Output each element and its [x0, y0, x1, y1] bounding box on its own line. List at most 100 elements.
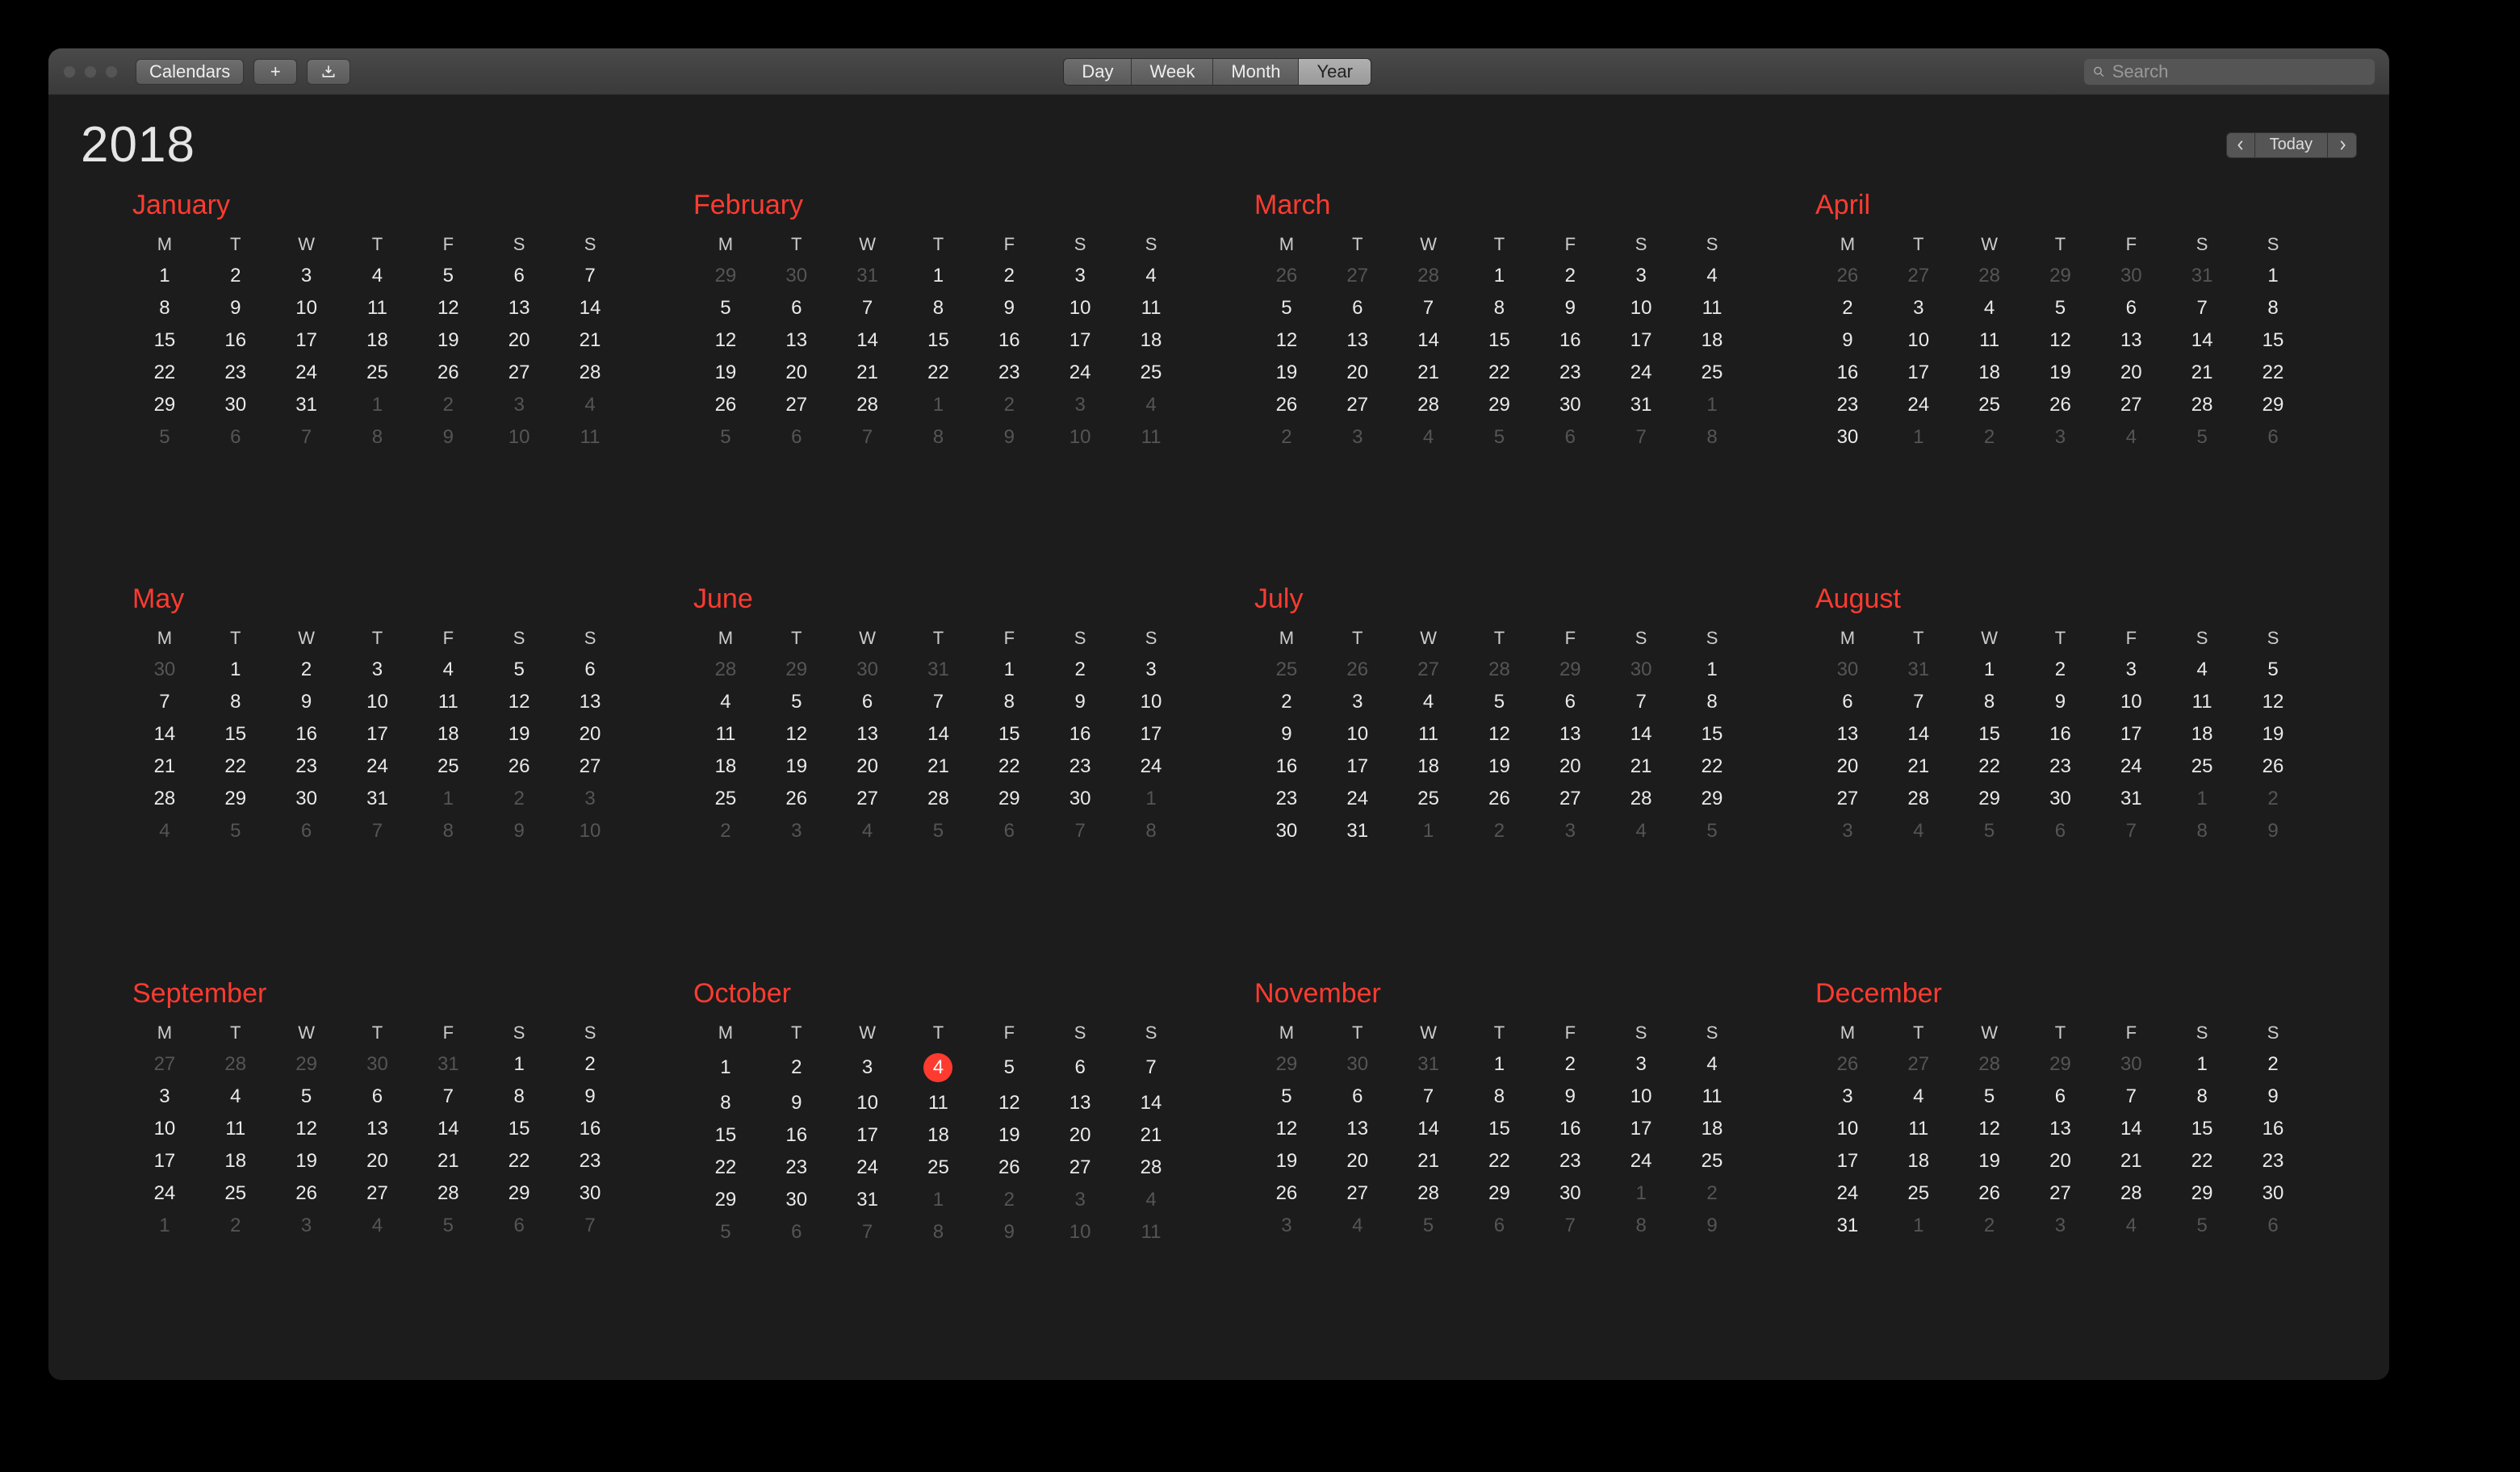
day-cell[interactable]: 25: [1116, 357, 1187, 389]
day-cell[interactable]: 3: [342, 654, 413, 686]
day-cell[interactable]: 12: [1251, 1113, 1322, 1145]
day-cell[interactable]: 17: [1322, 751, 1393, 783]
day-cell[interactable]: 29: [2166, 1177, 2237, 1210]
day-cell[interactable]: 9: [200, 292, 271, 324]
calendars-button[interactable]: Calendars: [136, 59, 244, 85]
day-cell[interactable]: 5: [1677, 815, 1748, 847]
day-cell[interactable]: 25: [1677, 357, 1748, 389]
day-cell[interactable]: 19: [761, 751, 832, 783]
day-cell[interactable]: 20: [483, 324, 555, 357]
day-cell[interactable]: 11: [1116, 421, 1187, 454]
day-cell[interactable]: 1: [903, 260, 974, 292]
day-cell[interactable]: 20: [2025, 1145, 2096, 1177]
day-cell[interactable]: 5: [2237, 654, 2309, 686]
day-cell[interactable]: 18: [342, 324, 413, 357]
day-cell[interactable]: 3: [1534, 815, 1605, 847]
day-cell[interactable]: 29: [483, 1177, 555, 1210]
day-cell[interactable]: 29: [1954, 783, 2025, 815]
day-cell[interactable]: 23: [271, 751, 342, 783]
day-cell[interactable]: 23: [1044, 751, 1116, 783]
day-cell[interactable]: 23: [1534, 357, 1605, 389]
day-cell[interactable]: 7: [342, 815, 413, 847]
day-cell[interactable]: 9: [973, 1216, 1044, 1248]
day-cell[interactable]: 8: [1677, 686, 1748, 718]
day-cell[interactable]: 26: [412, 357, 483, 389]
day-cell[interactable]: 6: [483, 260, 555, 292]
day-cell[interactable]: 7: [1534, 1210, 1605, 1242]
day-cell[interactable]: 22: [1954, 751, 2025, 783]
day-cell[interactable]: 10: [483, 421, 555, 454]
day-cell[interactable]: 21: [555, 324, 626, 357]
next-button[interactable]: [2328, 132, 2357, 158]
day-cell[interactable]: 15: [690, 1119, 761, 1152]
day-cell[interactable]: 14: [129, 718, 200, 751]
day-cell[interactable]: 27: [1393, 654, 1464, 686]
day-cell[interactable]: 28: [2095, 1177, 2166, 1210]
day-cell[interactable]: 18: [412, 718, 483, 751]
day-cell[interactable]: 2: [2025, 654, 2096, 686]
day-cell[interactable]: 10: [1044, 1216, 1116, 1248]
month-march[interactable]: MarchMTWTFSS2627281234567891011121314151…: [1251, 190, 1748, 559]
day-cell[interactable]: 15: [903, 324, 974, 357]
day-cell[interactable]: 4: [1116, 1184, 1187, 1216]
day-cell[interactable]: 19: [1954, 1145, 2025, 1177]
day-cell[interactable]: 7: [1393, 1081, 1464, 1113]
day-cell[interactable]: 28: [690, 654, 761, 686]
day-cell[interactable]: 27: [1044, 1152, 1116, 1184]
day-cell[interactable]: 15: [2166, 1113, 2237, 1145]
day-cell[interactable]: 6: [1534, 686, 1605, 718]
day-cell[interactable]: 2: [1534, 1048, 1605, 1081]
day-cell[interactable]: 4: [129, 815, 200, 847]
day-cell[interactable]: 22: [483, 1145, 555, 1177]
day-cell[interactable]: 5: [2166, 1210, 2237, 1242]
day-cell[interactable]: 20: [1044, 1119, 1116, 1152]
day-cell[interactable]: 17: [1605, 1113, 1677, 1145]
day-cell[interactable]: 20: [1812, 751, 1883, 783]
day-cell[interactable]: 12: [483, 686, 555, 718]
day-cell[interactable]: 6: [1534, 421, 1605, 454]
day-cell[interactable]: 10: [832, 1087, 903, 1119]
day-cell[interactable]: 4: [832, 815, 903, 847]
day-cell[interactable]: 3: [2025, 421, 2096, 454]
day-cell[interactable]: 7: [832, 421, 903, 454]
day-cell[interactable]: 5: [200, 815, 271, 847]
day-cell[interactable]: 27: [2095, 389, 2166, 421]
day-cell[interactable]: 29: [271, 1048, 342, 1081]
day-cell[interactable]: 2: [1044, 654, 1116, 686]
day-cell[interactable]: 6: [2237, 1210, 2309, 1242]
day-cell[interactable]: 28: [1605, 783, 1677, 815]
day-cell[interactable]: 4: [1677, 260, 1748, 292]
day-cell[interactable]: 16: [973, 324, 1044, 357]
day-cell[interactable]: 31: [832, 1184, 903, 1216]
day-cell[interactable]: 3: [832, 1048, 903, 1087]
month-february[interactable]: FebruaryMTWTFSS2930311234567891011121314…: [690, 190, 1187, 559]
day-cell[interactable]: 31: [1322, 815, 1393, 847]
day-cell[interactable]: 17: [1605, 324, 1677, 357]
day-cell[interactable]: 6: [1812, 686, 1883, 718]
day-cell[interactable]: 19: [690, 357, 761, 389]
day-cell[interactable]: 3: [761, 815, 832, 847]
month-january[interactable]: JanuaryMTWTFSS12345678910111213141516171…: [129, 190, 626, 559]
day-cell[interactable]: 30: [1812, 654, 1883, 686]
day-cell[interactable]: 1: [2166, 1048, 2237, 1081]
day-cell[interactable]: 3: [1044, 260, 1116, 292]
day-cell[interactable]: 2: [2237, 1048, 2309, 1081]
day-cell[interactable]: 17: [2095, 718, 2166, 751]
day-cell[interactable]: 1: [1605, 1177, 1677, 1210]
day-cell[interactable]: 16: [1044, 718, 1116, 751]
day-cell[interactable]: 30: [832, 654, 903, 686]
day-cell[interactable]: 2: [1534, 260, 1605, 292]
day-cell[interactable]: 6: [2095, 292, 2166, 324]
day-cell[interactable]: 5: [2166, 421, 2237, 454]
day-cell[interactable]: 23: [555, 1145, 626, 1177]
day-cell[interactable]: 9: [1534, 292, 1605, 324]
day-cell[interactable]: 9: [761, 1087, 832, 1119]
day-cell[interactable]: 13: [2025, 1113, 2096, 1145]
day-cell[interactable]: 16: [2025, 718, 2096, 751]
day-cell[interactable]: 15: [129, 324, 200, 357]
day-cell[interactable]: 10: [1116, 686, 1187, 718]
zoom-dot[interactable]: [105, 65, 118, 78]
day-cell[interactable]: 15: [1464, 1113, 1535, 1145]
day-cell[interactable]: 1: [129, 1210, 200, 1242]
day-cell[interactable]: 31: [1605, 389, 1677, 421]
